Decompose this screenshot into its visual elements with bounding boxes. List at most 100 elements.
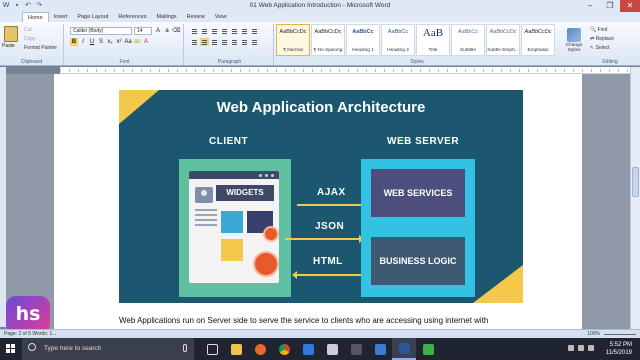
clock[interactable]: 5:52 PM 11/5/2019 <box>606 341 632 357</box>
camtasia-icon[interactable] <box>416 338 440 360</box>
style-sample: AaBbCcDc <box>524 29 552 35</box>
style-normal[interactable]: AaBbCcDc ¶ Normal <box>276 24 310 56</box>
media-player-icon[interactable] <box>248 338 272 360</box>
body-paragraph[interactable]: Web Applications run on Server side to s… <box>119 316 539 325</box>
page-count[interactable]: Page: 2 of 5 Words: 1... <box>4 331 56 337</box>
align-center-icon[interactable] <box>200 38 209 46</box>
style-no-spacing[interactable]: AaBbCcDc ¶ No Spacing <box>311 24 345 56</box>
tab-review[interactable]: Review <box>182 12 210 22</box>
file-explorer-icon[interactable] <box>224 338 248 360</box>
cut-button[interactable]: Cut <box>24 27 32 33</box>
word-count: Words: 1... <box>32 331 57 337</box>
italic-icon[interactable]: I <box>79 38 87 46</box>
sync-icon <box>263 226 279 242</box>
store-icon[interactable] <box>296 338 320 360</box>
status-bar: Page: 2 of 5 Words: 1... 100% <box>0 329 640 338</box>
grow-font-icon[interactable]: A <box>154 27 162 35</box>
bullets-icon[interactable] <box>190 27 199 35</box>
font-size-select[interactable]: 14 <box>134 27 152 35</box>
numbering-icon[interactable] <box>200 27 209 35</box>
tab-page-layout[interactable]: Page Layout <box>72 12 113 22</box>
tab-mailings[interactable]: Mailings <box>151 12 181 22</box>
line-spacing-icon[interactable] <box>230 38 239 46</box>
underline-icon[interactable]: U <box>88 38 96 46</box>
notification-icon[interactable] <box>588 345 594 351</box>
sort-icon[interactable] <box>240 27 249 35</box>
font-size-buttons: A a ⌫ <box>154 27 181 35</box>
copy-button[interactable]: Copy <box>24 36 36 42</box>
chrome-icon[interactable] <box>272 338 296 360</box>
word-taskbar-icon[interactable] <box>392 338 416 360</box>
style-title[interactable]: AaB Title <box>416 24 450 56</box>
paste-icon[interactable] <box>4 26 18 42</box>
superscript-icon[interactable]: x² <box>115 38 123 46</box>
volume-icon[interactable] <box>578 345 584 351</box>
show-marks-icon[interactable] <box>250 27 259 35</box>
network-icon[interactable] <box>568 345 574 351</box>
strikethrough-icon[interactable]: S <box>97 38 105 46</box>
tab-home[interactable]: Home <box>22 12 49 22</box>
zoom-level[interactable]: 100% <box>587 331 600 337</box>
find-button[interactable]: 🔍 Find <box>590 26 614 35</box>
diagram-title: Web Application Architecture <box>216 99 426 116</box>
multilevel-list-icon[interactable] <box>210 27 219 35</box>
paste-button[interactable]: Paste <box>2 43 15 49</box>
corner-decoration <box>473 265 523 303</box>
style-name: Subtitle <box>460 48 476 53</box>
list-buttons <box>190 27 259 35</box>
document-area[interactable]: Web Application Architecture CLIENT WEB … <box>6 74 630 329</box>
font-format-buttons: B I U S x₂ x² Aa ab A <box>70 38 150 46</box>
horizontal-ruler[interactable] <box>60 67 630 74</box>
style-heading-2[interactable]: AaBbCc Heading 2 <box>381 24 415 56</box>
replace-button[interactable]: ⇄ Replace <box>590 35 614 44</box>
document-page[interactable]: Web Application Architecture CLIENT WEB … <box>54 74 582 329</box>
style-name: Heading 1 <box>352 48 374 53</box>
html-label: HTML <box>313 256 343 267</box>
tab-insert[interactable]: Insert <box>49 12 73 22</box>
app-icon[interactable] <box>368 338 392 360</box>
maximize-button[interactable]: ❐ <box>600 0 620 12</box>
align-right-icon[interactable] <box>210 38 219 46</box>
scrollbar-thumb[interactable] <box>632 167 639 197</box>
font-color-icon[interactable]: A <box>142 38 150 46</box>
ruler-ticks <box>60 69 630 72</box>
widget-tile <box>221 239 243 261</box>
style-subtle-emphasis[interactable]: AaBbCcDc Subtle Emph... <box>486 24 520 56</box>
justify-icon[interactable] <box>220 38 229 46</box>
shrink-font-icon[interactable]: a <box>163 27 171 35</box>
increase-indent-icon[interactable] <box>230 27 239 35</box>
style-name: ¶ No Spacing <box>313 48 343 53</box>
change-case-icon[interactable]: Aa <box>124 38 132 46</box>
widget-tile <box>221 211 243 233</box>
shading-icon[interactable] <box>240 38 249 46</box>
font-group: Calibri (Body) 14 A a ⌫ B I U S x₂ x² Aa… <box>66 24 184 65</box>
calculator-icon[interactable] <box>344 338 368 360</box>
vertical-scrollbar[interactable] <box>630 67 640 329</box>
format-painter-button[interactable]: Format Painter <box>24 45 57 51</box>
style-heading-1[interactable]: AaBbCc Heading 1 <box>346 24 380 56</box>
bold-icon[interactable]: B <box>70 38 78 46</box>
align-left-icon[interactable] <box>190 38 199 46</box>
style-subtitle[interactable]: AaBbCc Subtitle <box>451 24 485 56</box>
tab-view[interactable]: View <box>210 12 232 22</box>
font-family-select[interactable]: Calibri (Body) <box>70 27 132 35</box>
highlight-icon[interactable]: ab <box>133 38 141 46</box>
search-placeholder: Type here to search <box>44 345 102 352</box>
windows-start-icon[interactable] <box>0 338 22 360</box>
close-button[interactable]: ✕ <box>620 0 640 12</box>
style-emphasis[interactable]: AaBbCcDc Emphasis <box>521 24 555 56</box>
zoom-slider[interactable] <box>604 334 636 335</box>
taskbar-search[interactable]: Type here to search <box>22 338 194 360</box>
architecture-diagram-image[interactable]: Web Application Architecture CLIENT WEB … <box>119 90 523 303</box>
tab-references[interactable]: References <box>113 12 151 22</box>
task-view-icon[interactable] <box>200 338 224 360</box>
change-styles-button[interactable]: Change Styles <box>562 26 586 60</box>
decrease-indent-icon[interactable] <box>220 27 229 35</box>
minimize-button[interactable]: – <box>580 0 600 12</box>
select-button[interactable]: ↖ Select <box>590 44 614 53</box>
subscript-icon[interactable]: x₂ <box>106 38 114 46</box>
borders-icon[interactable] <box>250 38 259 46</box>
microphone-icon[interactable] <box>183 344 187 352</box>
mail-icon[interactable] <box>320 338 344 360</box>
clear-format-icon[interactable]: ⌫ <box>172 27 180 35</box>
